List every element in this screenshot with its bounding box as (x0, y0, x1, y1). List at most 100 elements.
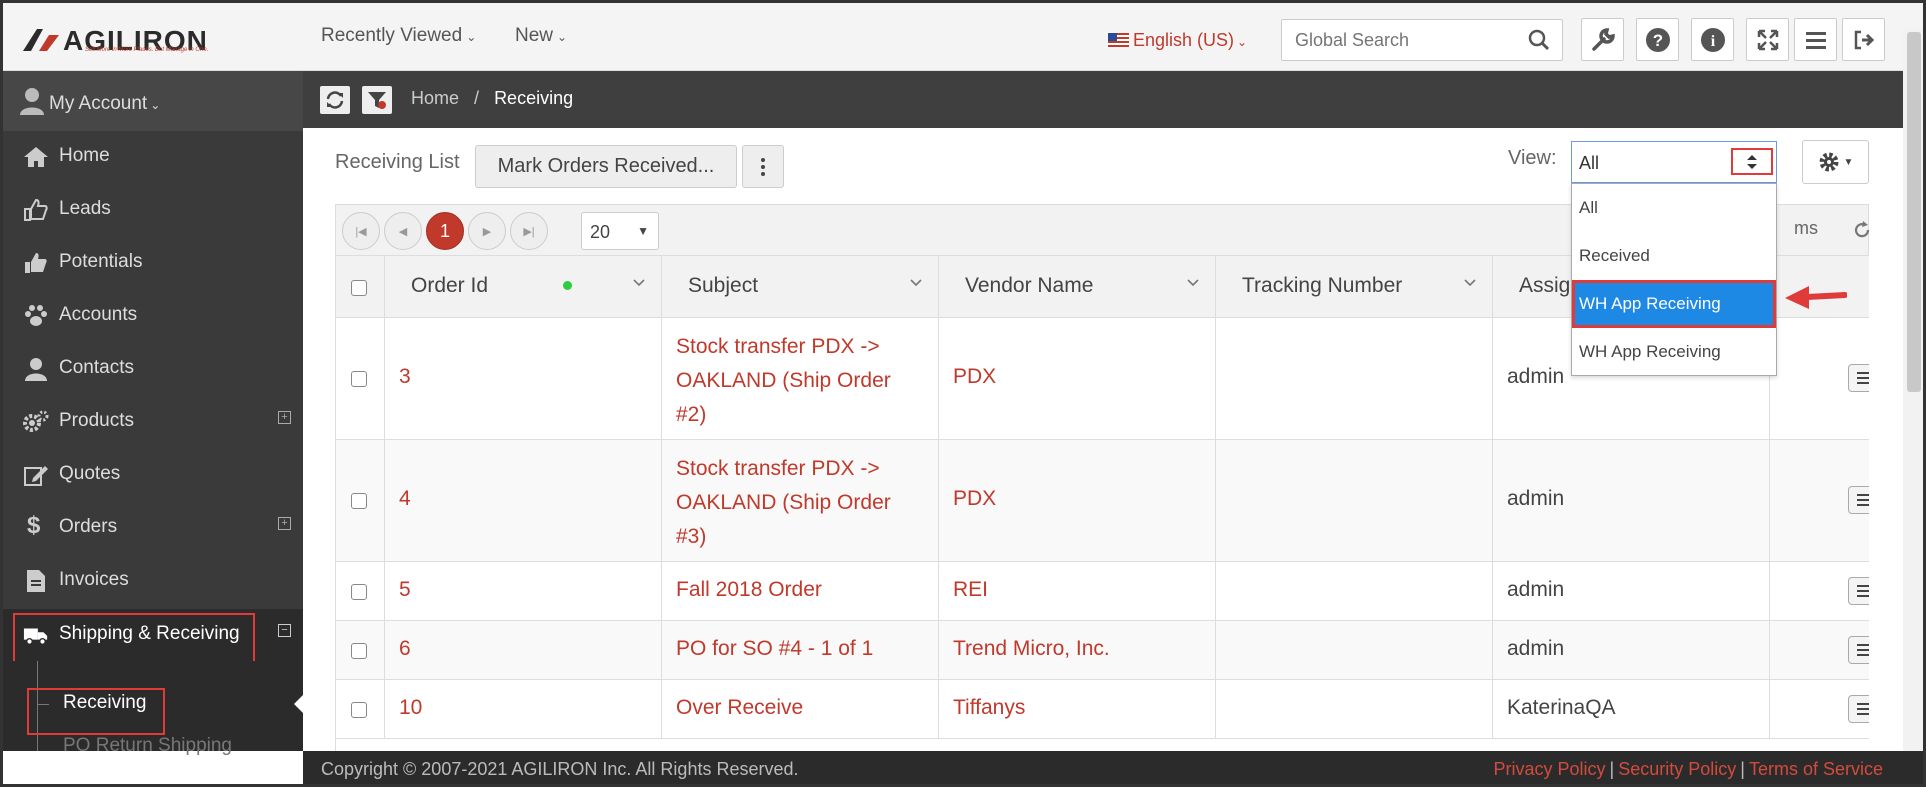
caret-down-icon: ▼ (637, 224, 649, 238)
sidebar-item-quotes[interactable]: Quotes (3, 449, 303, 499)
search-icon[interactable] (1528, 29, 1550, 51)
subject-link[interactable]: PO for SO #4 - 1 of 1 (676, 637, 873, 661)
subject-link[interactable]: Fall 2018 Order (676, 578, 822, 602)
privacy-policy-link[interactable]: Privacy Policy (1494, 759, 1606, 779)
row-menu-button[interactable] (1848, 577, 1869, 605)
last-page-button[interactable]: ▶| (510, 212, 548, 250)
page-scrollbar[interactable] (1903, 28, 1923, 758)
order-id-link[interactable]: 6 (399, 637, 411, 661)
column-header-vendor-name[interactable]: Vendor Name (939, 256, 1216, 318)
breadcrumb-home[interactable]: Home (411, 88, 459, 108)
vendor-link[interactable]: REI (953, 578, 988, 602)
subject-line: #2) (676, 403, 707, 426)
row-menu-button[interactable] (1848, 695, 1869, 723)
refresh-icon[interactable] (1853, 221, 1871, 239)
row-checkbox[interactable] (351, 371, 367, 387)
first-page-button[interactable]: |◀ (342, 212, 380, 250)
column-header-tracking-number[interactable]: Tracking Number (1216, 256, 1493, 318)
sidebar-item-accounts[interactable]: Accounts (3, 290, 303, 340)
order-id-cell: 10 (385, 680, 662, 738)
language-selector[interactable]: English (US) ⌄ (1108, 30, 1247, 51)
global-search-input[interactable] (1282, 20, 1512, 60)
select-all-checkbox[interactable] (351, 280, 367, 296)
assigned-cell: admin (1493, 621, 1770, 679)
sidebar-item-products[interactable]: Products + (3, 396, 303, 446)
order-id-link[interactable]: 4 (399, 487, 411, 511)
order-id-link[interactable]: 10 (399, 696, 422, 720)
table-row[interactable]: 5 Fall 2018 Order REI admin (336, 562, 1869, 621)
row-menu-button[interactable] (1848, 364, 1869, 392)
collapse-icon[interactable]: − (278, 624, 291, 637)
order-id-link[interactable]: 5 (399, 578, 411, 602)
next-page-button[interactable]: ▶ (468, 212, 506, 250)
sidebar-item-leads[interactable]: Leads (3, 184, 303, 234)
settings-tools-button[interactable] (1581, 18, 1624, 61)
assigned-to: admin (1507, 487, 1565, 510)
edit-icon (24, 466, 48, 486)
security-policy-link[interactable]: Security Policy (1618, 759, 1736, 779)
chevron-down-icon: ⌄ (557, 30, 568, 44)
more-actions-button[interactable] (742, 145, 784, 188)
order-id-link[interactable]: 3 (399, 365, 411, 389)
table-row[interactable]: 4 Stock transfer PDX -> OAKLAND (Ship Or… (336, 440, 1869, 562)
page-size-select[interactable]: 20 ▼ (581, 212, 659, 250)
vendor-link[interactable]: PDX (953, 487, 996, 511)
recently-viewed-menu[interactable]: Recently Viewed ⌄ (321, 25, 476, 47)
terms-of-service-link[interactable]: Terms of Service (1749, 759, 1883, 779)
subject-link[interactable]: Stock transfer PDX -> OAKLAND (Ship Orde… (676, 452, 891, 554)
logout-icon (1854, 30, 1874, 49)
view-option-wh-app-receiving-selected[interactable]: WH App Receiving (1572, 280, 1776, 328)
user-icon (25, 358, 47, 381)
vendor-link[interactable]: Tiffanys (953, 696, 1025, 720)
row-checkbox[interactable] (351, 643, 367, 659)
view-option-received[interactable]: Received (1572, 232, 1776, 280)
app-window: AGILIRON Sell More in More Places. But M… (0, 0, 1926, 787)
fullscreen-button[interactable] (1746, 18, 1789, 61)
vendor-link[interactable]: PDX (953, 365, 996, 389)
scrollbar-thumb[interactable] (1907, 32, 1921, 392)
agiliron-logo[interactable]: AGILIRON Sell More in More Places. But M… (23, 23, 238, 56)
settings-button[interactable]: ▼ (1802, 140, 1869, 184)
assigned-cell: KaterinaQA (1493, 680, 1770, 738)
row-checkbox[interactable] (351, 493, 367, 509)
menu-button[interactable] (1794, 18, 1837, 61)
sidebar-item-orders[interactable]: $ Orders + (3, 502, 303, 552)
info-button[interactable]: i (1691, 18, 1734, 61)
select-spinner-icon[interactable] (1731, 148, 1773, 175)
sidebar-item-invoices[interactable]: Invoices (3, 555, 303, 605)
row-menu-button[interactable] (1848, 486, 1869, 514)
mark-orders-received-button[interactable]: Mark Orders Received... (475, 145, 737, 188)
view-dropdown: All Received WH App Receiving WH App Rec… (1571, 183, 1777, 376)
vendor-link[interactable]: Trend Micro, Inc. (953, 637, 1110, 661)
sidebar-item-label: Invoices (59, 569, 129, 590)
subject-link[interactable]: Over Receive (676, 696, 803, 720)
table-row[interactable]: 10 Over Receive Tiffanys KaterinaQA (336, 680, 1869, 739)
view-option-wh-app-receiving[interactable]: WH App Receiving (1572, 328, 1776, 376)
expand-icon[interactable]: + (278, 411, 291, 424)
column-header-order-id[interactable]: Order Id (385, 256, 662, 318)
filter-button[interactable] (362, 86, 392, 114)
subject-link[interactable]: Stock transfer PDX -> OAKLAND (Ship Orde… (676, 330, 891, 432)
sidebar-item-home[interactable]: Home (3, 131, 303, 181)
new-menu[interactable]: New ⌄ (515, 25, 567, 47)
refresh-button[interactable] (320, 86, 350, 114)
subject-cell: Stock transfer PDX -> OAKLAND (Ship Orde… (662, 318, 939, 439)
expand-icon[interactable]: + (278, 517, 291, 530)
my-account-menu[interactable]: My Account ⌄ (3, 71, 303, 131)
vendor-cell: REI (939, 562, 1216, 620)
subject-cell: Over Receive (662, 680, 939, 738)
sidebar-subitem-po-return-shipping[interactable]: PO Return Shipping (63, 735, 232, 757)
help-button[interactable]: ? (1636, 18, 1679, 61)
row-menu-button[interactable] (1848, 636, 1869, 664)
row-checkbox[interactable] (351, 702, 367, 718)
logout-button[interactable] (1842, 18, 1885, 61)
current-page[interactable]: 1 (426, 212, 464, 250)
sidebar-item-potentials[interactable]: Potentials (3, 237, 303, 287)
sidebar-item-contacts[interactable]: Contacts (3, 343, 303, 393)
view-option-all[interactable]: All (1572, 184, 1776, 232)
prev-page-button[interactable]: ◀ (384, 212, 422, 250)
row-checkbox[interactable] (351, 584, 367, 600)
table-row[interactable]: 6 PO for SO #4 - 1 of 1 Trend Micro, Inc… (336, 621, 1869, 680)
vendor-cell: PDX (939, 440, 1216, 561)
column-header-subject[interactable]: Subject (662, 256, 939, 318)
